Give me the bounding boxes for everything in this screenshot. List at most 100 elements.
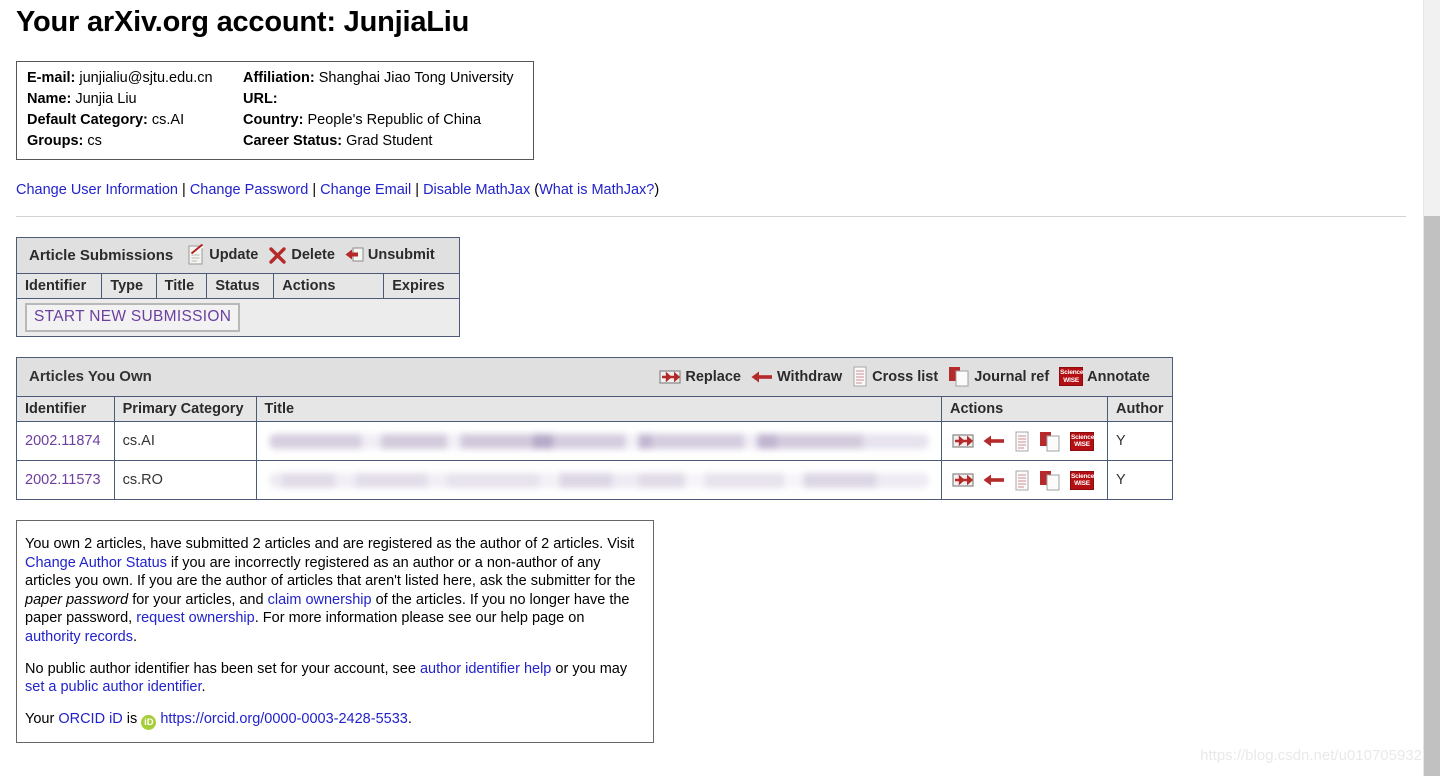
legend-withdraw: Withdraw [751, 369, 842, 385]
delete-x-icon [268, 246, 287, 265]
journal-ref-icon[interactable] [1039, 431, 1061, 452]
start-new-submission-button[interactable]: START NEW SUBMISSION [25, 303, 241, 332]
vertical-scrollbar[interactable] [1423, 0, 1440, 776]
journal-ref-icon [948, 366, 970, 387]
profile-field-default-category: Default Category: cs.AI [27, 111, 243, 130]
submissions-start-row: START NEW SUBMISSION [16, 298, 460, 337]
owned-row-0-title-cell[interactable] [255, 421, 942, 461]
profile-label-name: Name: [27, 91, 72, 107]
unsubmit-icon [345, 246, 364, 264]
owned-row-1-primary-category: cs.RO [113, 460, 257, 500]
submissions-col-status: Status [206, 273, 275, 299]
submissions-col-title: Title [155, 273, 208, 299]
owned-banner-title: Articles You Own [29, 368, 152, 385]
notes-p1-emphasis-paper-password: paper password [25, 591, 129, 608]
legend-delete-label: Delete [291, 247, 335, 263]
link-change-password[interactable]: Change Password [190, 182, 309, 198]
owned-row-1-actions-cell: Science WISE [940, 460, 1109, 500]
notes-p3-text3: . [407, 710, 412, 727]
profile-field-country: Country: People's Republic of China [243, 111, 524, 130]
link-disable-mathjax[interactable]: Disable MathJax [423, 182, 530, 198]
owned-row-1-identifier-link[interactable]: 2002.11573 [25, 472, 101, 488]
owned-row-0-title-redacted[interactable] [268, 433, 929, 449]
paren-open: ( [530, 182, 540, 198]
page-content: Your arXiv.org account: JunjiaLiu E-mail… [0, 0, 1422, 743]
orcid-icon: iD [141, 714, 157, 730]
table-row: 2002.11573 cs.RO Science WISE Y [16, 460, 1173, 500]
sciencewise-line2: WISE [1063, 376, 1080, 384]
profile-value-career-status: Grad Student [346, 133, 433, 149]
notes-p3-text2: is [122, 710, 142, 727]
legend-journal-ref: Journal ref [948, 366, 1049, 387]
link-orcid-url[interactable]: https://orcid.org/0000-0003-2428-5533 [160, 711, 407, 727]
link-authority-records[interactable]: authority records [25, 629, 133, 645]
submissions-banner-title: Article Submissions [29, 246, 174, 264]
replace-icon[interactable] [952, 432, 974, 450]
profile-label-groups: Groups: [27, 133, 84, 149]
sciencewise-line2: WISE [1074, 441, 1090, 448]
legend-journal-ref-label: Journal ref [974, 368, 1050, 385]
notes-p1-text5: . For more information please see our he… [254, 610, 585, 627]
profile-field-name: Name: Junjia Liu [27, 90, 243, 109]
owned-col-primary-category: Primary Category [113, 396, 257, 422]
article-submissions-section: Article Submissions Update Delete Unsubm… [15, 237, 1406, 337]
sciencewise-icon[interactable]: Science WISE [1069, 431, 1094, 451]
profile-label-email: E-mail: [27, 70, 76, 86]
link-orcid-id[interactable]: ORCID iD [58, 711, 122, 727]
update-note-icon [187, 243, 205, 266]
profile-field-email: E-mail: junjialiu@sjtu.edu.cn [27, 69, 243, 88]
legend-annotate: Science WISE Annotate [1059, 367, 1150, 386]
owned-row-1-title-cell[interactable] [255, 460, 942, 500]
withdraw-arrow-icon[interactable] [983, 472, 1005, 488]
replace-icon[interactable] [952, 471, 974, 489]
submissions-banner-cell: Article Submissions Update Delete Unsubm… [16, 237, 460, 274]
legend-update: Update [187, 243, 258, 266]
withdraw-arrow-icon[interactable] [983, 433, 1005, 449]
profile-value-default-category: cs.AI [151, 112, 185, 128]
link-request-ownership[interactable]: request ownership [136, 610, 255, 626]
journal-ref-icon[interactable] [1039, 470, 1061, 491]
link-change-email[interactable]: Change Email [320, 182, 411, 198]
scrollbar-thumb[interactable] [1424, 0, 1440, 216]
link-change-user-information[interactable]: Change User Information [16, 182, 178, 198]
legend-replace-label: Replace [685, 368, 741, 385]
link-what-is-mathjax[interactable]: What is MathJax? [539, 182, 654, 198]
start-new-submission-cell: START NEW SUBMISSION [16, 298, 460, 337]
legend-replace: Replace [659, 368, 741, 386]
submissions-col-actions: Actions [273, 273, 385, 299]
owned-row-1-identifier-cell: 2002.11573 [16, 460, 115, 500]
profile-label-affiliation: Affiliation: [243, 70, 315, 86]
owned-row-0-primary-category: cs.AI [113, 421, 257, 461]
owned-col-title: Title [255, 396, 942, 422]
articles-you-own-section: Articles You Own Replace Withdraw Cross … [16, 357, 1406, 500]
link-change-author-status[interactable]: Change Author Status [25, 555, 167, 571]
account-links-row: Change User Information | Change Passwor… [16, 182, 1406, 198]
owned-row-1-title-redacted[interactable] [268, 472, 929, 488]
profile-value-name: Junjia Liu [75, 91, 137, 107]
sciencewise-icon: Science WISE [1059, 367, 1084, 386]
owned-col-author: Author [1107, 396, 1173, 422]
legend-annotate-label: Annotate [1087, 368, 1150, 385]
notes-p3-text1: Your [25, 710, 59, 727]
profile-label-country: Country: [243, 112, 304, 128]
submissions-col-identifier: Identifier [15, 273, 103, 299]
profile-field-career-status: Career Status: Grad Student [243, 132, 524, 151]
cross-list-icon [852, 366, 868, 387]
sciencewise-line2: WISE [1074, 480, 1090, 487]
sciencewise-icon[interactable]: Science WISE [1069, 470, 1094, 490]
owned-row-0-identifier-link[interactable]: 2002.11874 [25, 433, 101, 449]
owned-banner-cell: Articles You Own Replace Withdraw Cross … [16, 357, 1173, 397]
link-separator-3: | [411, 182, 424, 198]
notes-paragraph-orcid: Your ORCID iD is iD https://orcid.org/00… [25, 710, 639, 730]
link-author-identifier-help[interactable]: author identifier help [420, 661, 551, 677]
link-claim-ownership[interactable]: claim ownership [268, 592, 372, 608]
link-set-public-author-identifier[interactable]: set a public author identifier [25, 679, 202, 695]
profile-field-affiliation: Affiliation: Shanghai Jiao Tong Universi… [243, 69, 524, 88]
notes-p2-text1: No public author identifier has been set… [25, 660, 420, 677]
link-separator-1: | [178, 182, 190, 198]
cross-list-icon[interactable] [1014, 470, 1030, 491]
legend-unsubmit-label: Unsubmit [367, 247, 435, 263]
owned-row-0-author: Y [1107, 421, 1173, 461]
cross-list-icon[interactable] [1014, 431, 1030, 452]
legend-unsubmit: Unsubmit [345, 246, 435, 264]
